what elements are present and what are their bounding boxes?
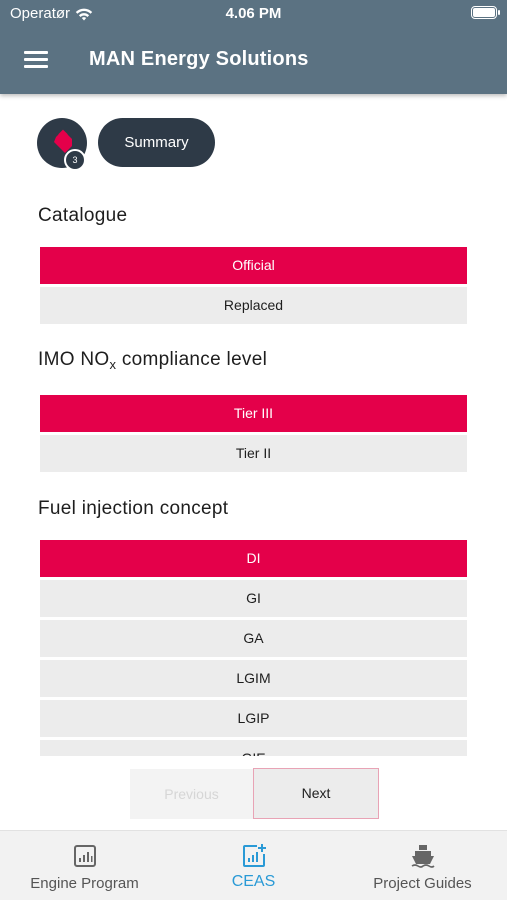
catalogue-heading: Catalogue — [38, 205, 128, 226]
option-di[interactable]: DI — [40, 540, 467, 577]
previous-button[interactable]: Previous — [130, 769, 253, 819]
cart-count-badge: 3 — [64, 149, 86, 171]
option-official[interactable]: Official — [40, 247, 467, 284]
option-lgim[interactable]: LGIM — [40, 660, 467, 697]
tab-ceas-label: CEAS — [231, 873, 276, 890]
option-replaced[interactable]: Replaced — [40, 287, 467, 324]
hamburger-menu-icon[interactable] — [24, 51, 48, 69]
configurator-content[interactable]: 3 Summary Catalogue Official Replaced IM… — [0, 94, 507, 756]
option-gie[interactable]: GIE — [40, 740, 467, 756]
app-title: MAN Energy Solutions — [89, 48, 309, 70]
imo-heading: IMO NOx compliance level — [38, 349, 267, 372]
tab-ceas[interactable]: CEAS — [169, 831, 338, 900]
ship-icon — [411, 845, 435, 868]
summary-button[interactable]: Summary — [98, 118, 215, 167]
option-tier-ii[interactable]: Tier II — [40, 435, 467, 472]
option-gi[interactable]: GI — [40, 580, 467, 617]
tab-project-guides[interactable]: Project Guides — [338, 831, 507, 900]
status-bar: Operatør 4.06 PM — [0, 0, 507, 28]
next-button[interactable]: Next — [253, 768, 379, 819]
bottom-tab-bar: Engine Program CEAS Project Guides — [0, 830, 507, 900]
tab-engine-program[interactable]: Engine Program — [0, 831, 169, 900]
tab-project-guides-label: Project Guides — [373, 875, 472, 892]
app-header: Operatør 4.06 PM MAN Energy Solutions — [0, 0, 507, 94]
option-lgip[interactable]: LGIP — [40, 700, 467, 737]
bar-chart-icon — [74, 845, 96, 867]
wizard-navigation: Previous Next — [0, 756, 507, 830]
tab-engine-program-label: Engine Program — [30, 875, 139, 892]
status-time: 4.06 PM — [225, 5, 282, 22]
imo-heading-main: IMO NO — [38, 349, 110, 370]
option-ga[interactable]: GA — [40, 620, 467, 657]
imo-heading-rest: compliance level — [116, 349, 268, 370]
option-tier-iii[interactable]: Tier III — [40, 395, 467, 432]
battery-icon — [471, 6, 500, 19]
fuel-heading: Fuel injection concept — [38, 498, 229, 519]
chart-add-icon — [243, 844, 266, 867]
